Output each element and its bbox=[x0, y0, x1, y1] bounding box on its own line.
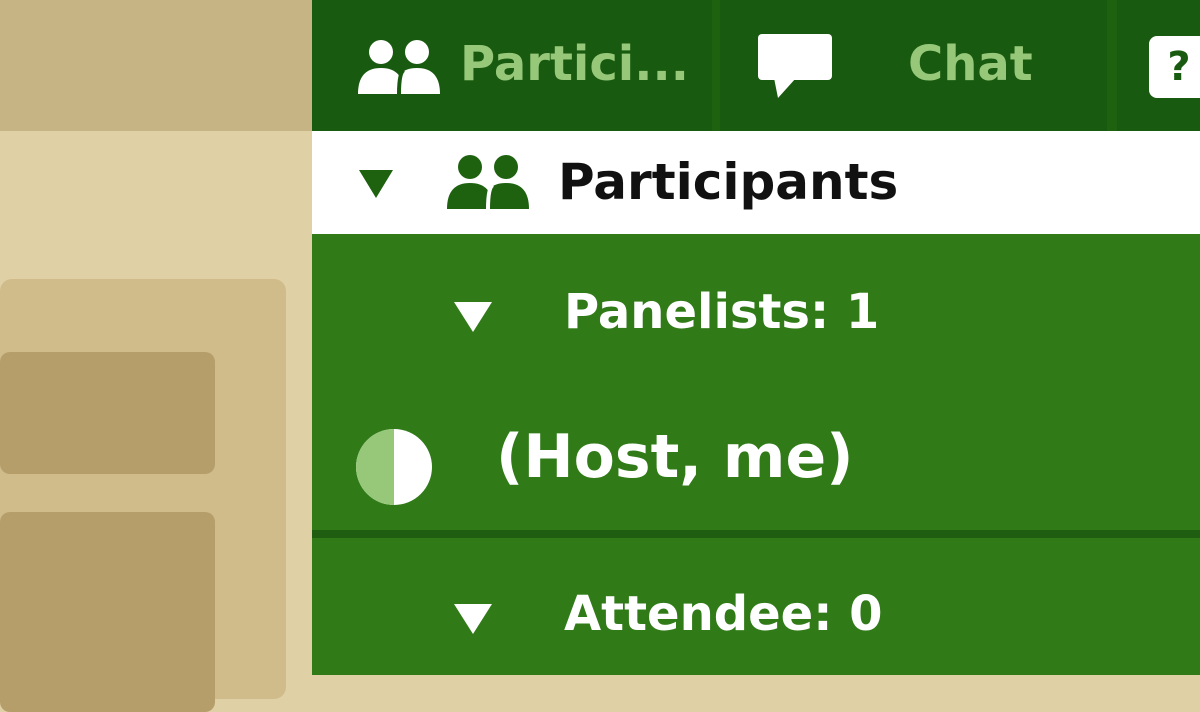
tab-help[interactable]: ? bbox=[1117, 0, 1200, 131]
caret-down-icon[interactable] bbox=[359, 170, 393, 202]
left-toolbar bbox=[0, 0, 312, 131]
people-icon bbox=[356, 38, 442, 100]
divider bbox=[312, 530, 1200, 538]
caret-down-icon[interactable] bbox=[454, 604, 492, 638]
host-name: (Host, me) bbox=[496, 422, 854, 492]
tab-participants-label: Partici... bbox=[460, 36, 689, 92]
group-panelists[interactable]: Panelists: 1 bbox=[312, 268, 1200, 358]
tab-chat-label: Chat bbox=[908, 36, 1033, 92]
caret-down-icon[interactable] bbox=[454, 302, 492, 336]
chat-bubble-icon bbox=[756, 32, 834, 104]
list-item-host[interactable]: (Host, me) bbox=[312, 414, 1200, 514]
half-circle-status-icon bbox=[355, 428, 433, 510]
participants-section-header[interactable]: Participants bbox=[312, 131, 1200, 234]
help-icon: ? bbox=[1149, 36, 1200, 98]
people-icon bbox=[445, 153, 531, 215]
section-title: Participants bbox=[558, 153, 899, 211]
panel-tab-bar: Partici... Chat ? bbox=[312, 0, 1200, 131]
participants-list: Panelists: 1 (Host, me) Attendee: 0 bbox=[312, 234, 1200, 675]
tab-chat[interactable]: Chat bbox=[720, 0, 1107, 131]
left-placeholder-block bbox=[0, 512, 215, 712]
group-panelists-label: Panelists: 1 bbox=[564, 284, 880, 340]
left-placeholder-block bbox=[0, 352, 215, 474]
group-attendees[interactable]: Attendee: 0 bbox=[312, 570, 1200, 660]
group-attendees-label: Attendee: 0 bbox=[564, 586, 883, 642]
tab-participants[interactable]: Partici... bbox=[312, 0, 712, 131]
